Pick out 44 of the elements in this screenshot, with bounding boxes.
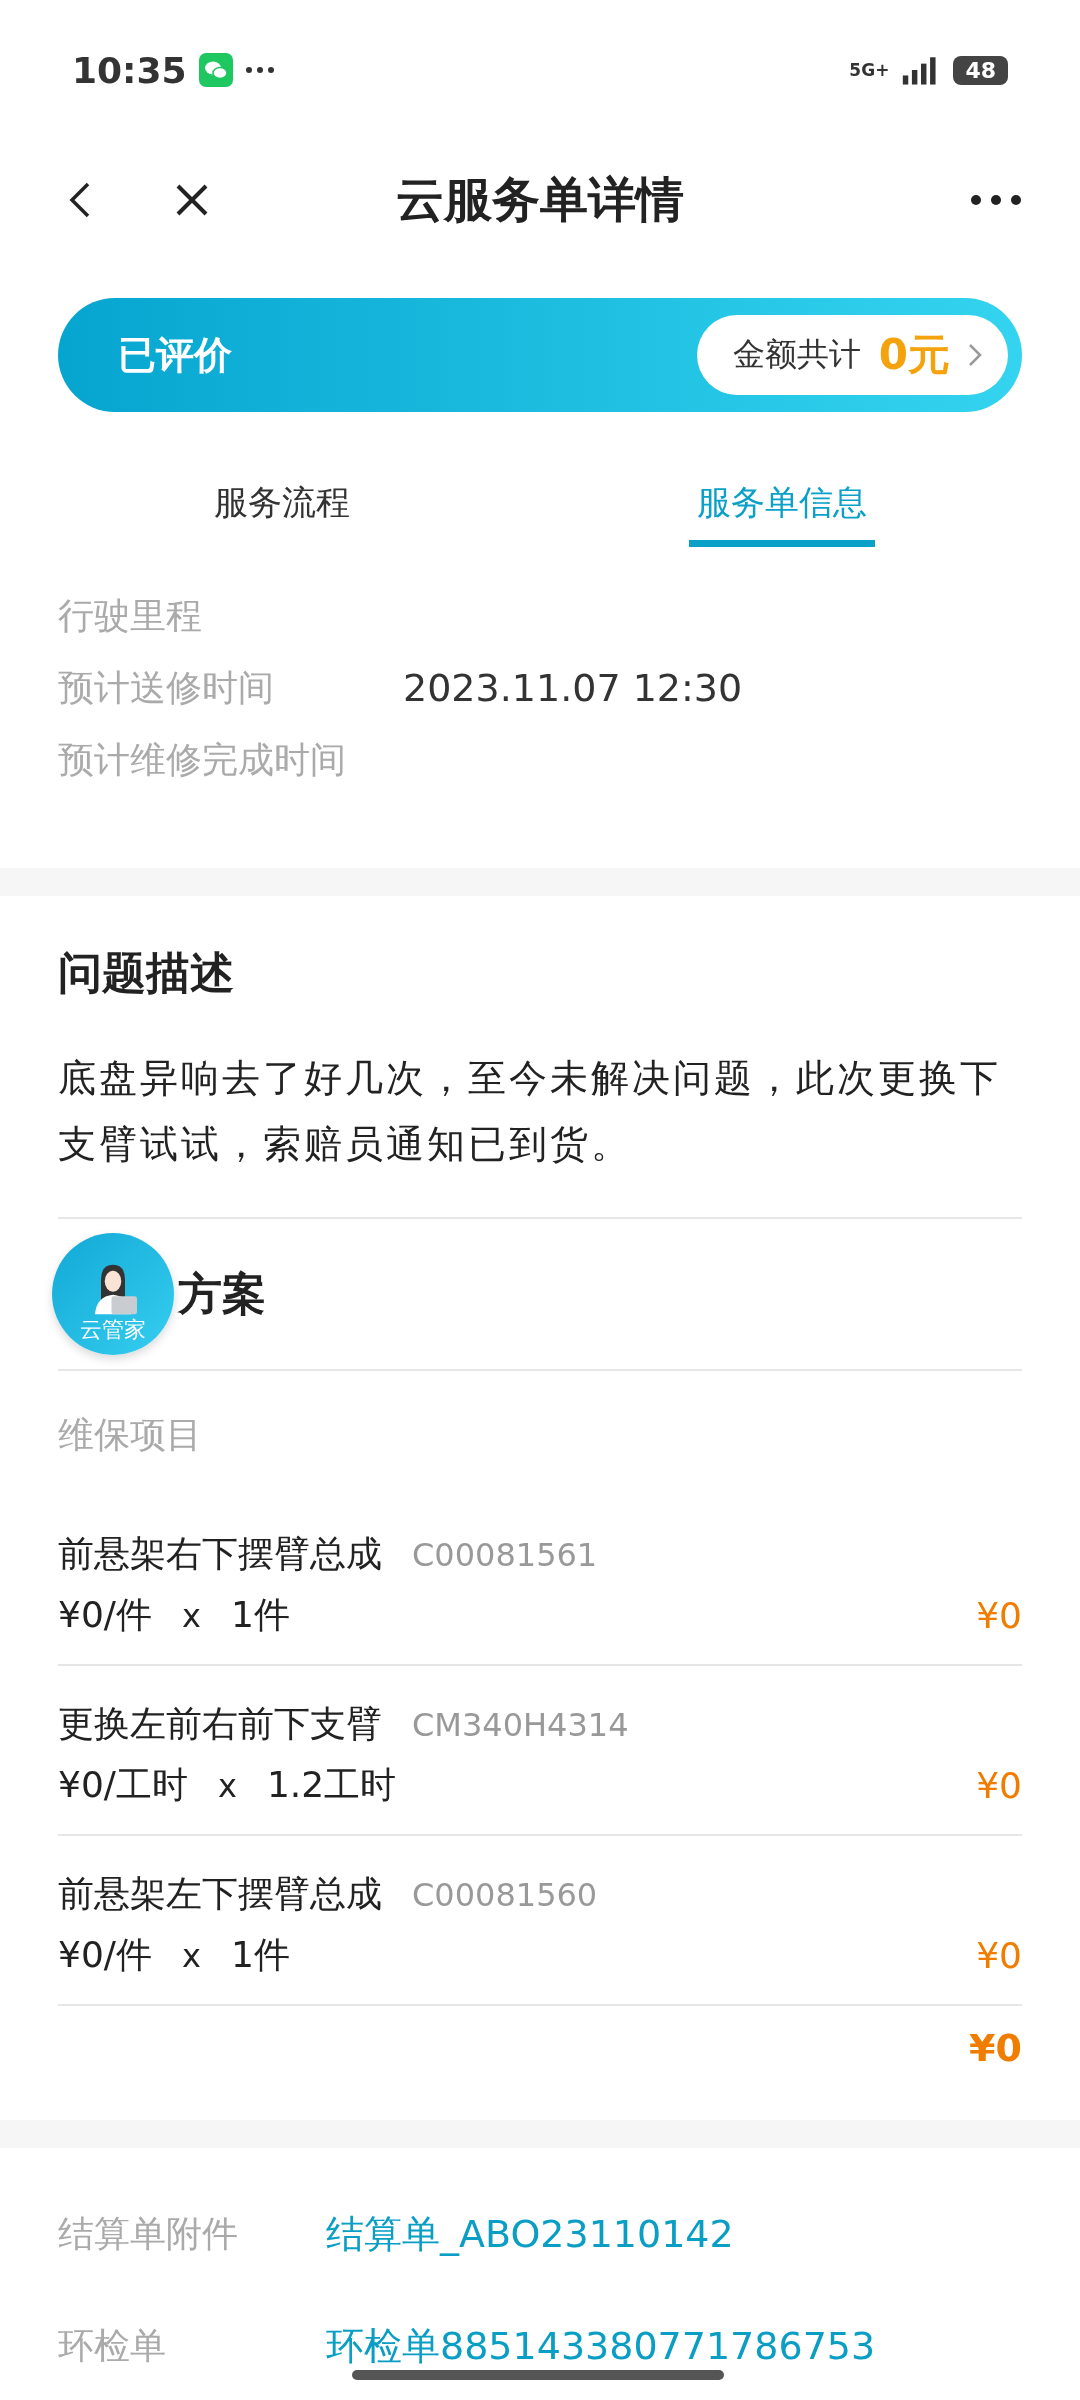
item-name: 更换左前右前下支臂 [58,1702,382,1746]
field-label: 环检单 [58,2323,167,2368]
tab[interactable]: 服务流程 [205,470,358,547]
multiply-sign: x [181,1936,201,1975]
item-name: 前悬架左下摆臂总成 [58,1872,382,1916]
document-link[interactable]: 环检单885143380771786753 [326,2320,876,2372]
item-name: 前悬架右下摆臂总成 [58,1532,382,1576]
chevron-icon [968,343,982,367]
status-label: 已评价 [118,331,232,379]
chat-app-icon [198,53,233,87]
item-code: C00081560 [412,1876,598,1914]
assistant-button[interactable]: 云管家 [52,1233,174,1355]
field-label: 预计维修完成时间 [58,737,347,782]
quantity: 1件 [230,1933,290,1977]
page-title: 云服务单详情 [395,170,685,229]
item-code: C00081561 [412,1536,598,1574]
item-code: CM340H4314 [412,1706,629,1744]
field-label: 行驶里程 [58,593,203,638]
quantity: 1件 [230,1593,290,1637]
problem-description: 底盘异响去了好几次，至今未解决问题，此次更换下支臂试试，索赔员通知已到货。 [58,1055,1002,1168]
more-notifications-icon [244,66,275,74]
unit-price: ¥0/件 [58,1933,152,1977]
more-icon[interactable] [970,194,1022,206]
total-amount-button[interactable]: 金额共计 0元 [696,315,1008,395]
document-link[interactable]: 结算单_ABO23110142 [326,2208,734,2260]
multiply-sign: x [181,1596,201,1635]
unit-price: ¥0/件 [58,1593,152,1637]
subsection-label: 维保项目 [58,1413,203,1457]
battery-level: 48 [953,55,1008,85]
status-time: 10:35 [72,49,187,91]
multiply-sign: x [217,1766,237,1805]
field-label: 结算单附件 [58,2211,239,2256]
field-label: 预计送修时间 [58,665,275,710]
item-amount: ¥0 [976,1595,1022,1636]
section-title: 方案 [178,1266,266,1321]
total-amount: ¥0 [969,2026,1022,2070]
quantity: 1.2工时 [266,1763,397,1807]
unit-price: ¥0/工时 [58,1763,188,1807]
item-amount: ¥0 [976,1765,1022,1806]
field-value: 2023.11.07 12:30 [403,666,743,710]
tab[interactable]: 服务单信息 [688,470,875,547]
section-title: 问题描述 [58,946,235,1000]
item-amount: ¥0 [976,1935,1022,1976]
network-type: 5G+ [849,60,890,80]
